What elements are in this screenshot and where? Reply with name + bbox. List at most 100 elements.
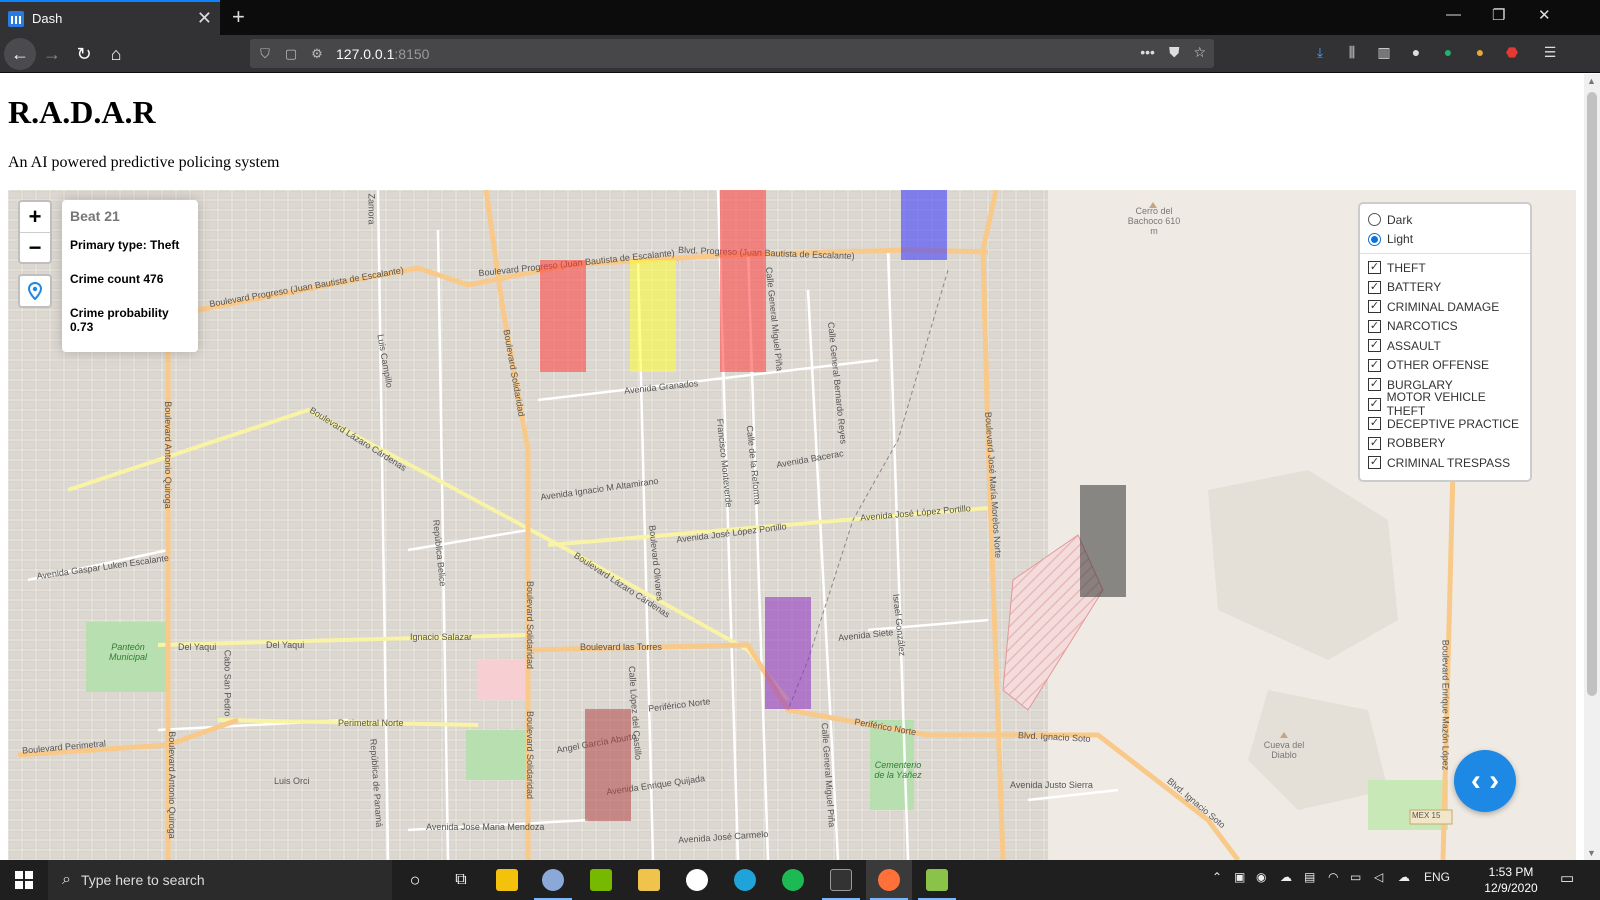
grammarly-icon[interactable]: ● (1438, 44, 1458, 64)
radio-light[interactable] (1368, 232, 1381, 246)
crime-layer-criminal-damage[interactable]: ✓ CRIMINAL DAMAGE (1368, 297, 1522, 317)
clock-app-icon[interactable] (674, 860, 720, 900)
checkbox-icon[interactable]: ✓ (1368, 358, 1381, 372)
close-tab-icon[interactable]: ✕ (197, 8, 212, 29)
app-sunflower-icon[interactable] (484, 860, 530, 900)
checkbox-icon[interactable]: ✓ (1368, 397, 1381, 411)
notifications-icon[interactable]: ▭ (1560, 869, 1574, 887)
zoom-out-button[interactable]: − (20, 232, 50, 262)
primary-type: Primary type: Theft (70, 238, 180, 252)
home-icon[interactable]: ⌂ (100, 38, 132, 70)
scroll-up-icon[interactable]: ▲ (1587, 76, 1596, 86)
scroll-down-icon[interactable]: ▼ (1587, 848, 1596, 858)
crime-layer-battery[interactable]: ✓ BATTERY (1368, 278, 1522, 298)
sidebar-icon[interactable]: ▥ (1374, 44, 1394, 64)
edge-icon[interactable] (722, 860, 768, 900)
wifi-icon[interactable]: ◠ (1328, 870, 1338, 884)
radio-dark[interactable] (1368, 213, 1381, 227)
crime-layer-theft[interactable]: ✓ THEFT (1368, 258, 1522, 278)
tray-app-1-icon[interactable]: ▣ (1234, 870, 1245, 884)
taskbar-clock[interactable]: 1:53 PM 12/9/2020 (1474, 864, 1548, 896)
crime-layer-other-offense[interactable]: ✓ OTHER OFFENSE (1368, 356, 1522, 376)
notepad-icon[interactable] (914, 860, 960, 900)
page-actions-icon[interactable]: ••• (1140, 44, 1155, 61)
back-icon[interactable]: ← (4, 38, 36, 70)
restore-icon[interactable]: ❐ (1492, 6, 1505, 24)
tray-expand-icon[interactable]: ⌃ (1212, 870, 1222, 884)
crime-layer-motor-vehicle-theft[interactable]: ✓ MOTOR VEHICLE THEFT (1368, 390, 1522, 418)
clock-time: 1:53 PM (1488, 865, 1534, 879)
volume-icon[interactable]: ◁ (1374, 870, 1383, 884)
crime-layer-deceptive-practice[interactable]: ✓ DECEPTIVE PRACTICE (1368, 414, 1522, 434)
pocket-icon[interactable]: ⛊ (1169, 44, 1180, 61)
page-scrollbar[interactable]: ▲ ▼ (1584, 74, 1600, 860)
onedrive-icon[interactable]: ☁ (1280, 870, 1292, 884)
beat-blue[interactable] (901, 190, 947, 260)
page-info-icon[interactable]: ▢ (280, 46, 302, 62)
language-indicator[interactable]: ENG (1424, 870, 1450, 884)
cloud-sync-icon[interactable]: ☁ (1398, 870, 1410, 884)
new-tab-icon[interactable]: + (232, 4, 245, 30)
spotify-icon[interactable] (770, 860, 816, 900)
browser-tab[interactable]: Dash ✕ (0, 0, 220, 35)
crime-layer-criminal-trespass[interactable]: ✓ CRIMINAL TRESPASS (1368, 453, 1522, 473)
window-close-icon[interactable]: ✕ (1538, 6, 1551, 24)
taskbar-search[interactable]: ⌕ Type here to search (48, 860, 392, 900)
url-port: :8150 (394, 45, 430, 62)
beat-red-1[interactable] (540, 260, 586, 372)
terminal-icon[interactable] (818, 860, 864, 900)
steam-icon[interactable]: ◉ (1256, 870, 1266, 884)
base-layer-light[interactable]: Light (1368, 230, 1522, 250)
shield-icon[interactable]: ⛉ (254, 46, 276, 62)
checkbox-icon[interactable]: ✓ (1368, 436, 1381, 450)
start-button[interactable] (0, 860, 48, 900)
crime-layer-assault[interactable]: ✓ ASSAULT (1368, 336, 1522, 356)
label-antonio-quiroga-2: Boulevard Antonio Quiroga (166, 731, 177, 839)
app-mascot-icon[interactable] (530, 860, 576, 900)
crime-layer-narcotics[interactable]: ✓ NARCOTICS (1368, 317, 1522, 337)
tray-app-2-icon[interactable]: ▤ (1304, 870, 1315, 884)
checkbox-icon[interactable]: ✓ (1368, 261, 1381, 275)
crime-map[interactable]: Boulevard Progreso (Juan Bautista de Esc… (8, 190, 1576, 860)
base-layer-dark-label: Dark (1387, 212, 1413, 227)
cortana-icon[interactable]: ○ (392, 860, 438, 900)
reload-icon[interactable]: ↻ (68, 38, 100, 70)
account-icon[interactable]: ● (1406, 44, 1426, 64)
download-icon[interactable]: ⤓ (1310, 44, 1330, 64)
beat-gray[interactable] (1080, 485, 1126, 597)
checkbox-icon[interactable]: ✓ (1368, 339, 1381, 353)
minimize-icon[interactable]: — (1446, 6, 1461, 23)
checkbox-icon[interactable]: ✓ (1368, 280, 1381, 294)
browser-tabbar: Dash ✕ + — ❐ ✕ (0, 0, 1600, 35)
checkbox-icon[interactable]: ✓ (1368, 319, 1381, 333)
beat-purple[interactable] (765, 597, 811, 709)
beat-info-panel: Beat 21 Primary type: Theft Crime count … (62, 200, 198, 352)
battery-icon[interactable]: ▭ (1350, 870, 1361, 884)
menu-icon[interactable]: ☰ (1540, 44, 1560, 64)
zoom-in-button[interactable]: + (20, 202, 50, 232)
beat-dark-red[interactable] (585, 709, 631, 821)
bookmark-star-icon[interactable]: ☆ (1193, 44, 1206, 61)
code-toggle-button[interactable]: ‹ › (1454, 750, 1516, 812)
scrollbar-thumb[interactable] (1587, 92, 1597, 696)
url-bar[interactable]: ⛉ ▢ ⚙ 127.0.0.1:8150 ••• ⛊ ☆ (250, 39, 1214, 68)
checkbox-icon[interactable]: ✓ (1368, 417, 1381, 431)
forward-icon[interactable]: → (36, 38, 68, 70)
permissions-icon[interactable]: ⚙ (306, 46, 328, 62)
beat-red-2[interactable] (720, 190, 766, 372)
checkbox-icon[interactable]: ✓ (1368, 456, 1381, 470)
checkbox-icon[interactable]: ✓ (1368, 300, 1381, 314)
locate-button[interactable] (18, 274, 52, 308)
beat-yellow[interactable] (630, 260, 676, 372)
adblock-icon[interactable]: ⬣ (1502, 44, 1522, 64)
file-explorer-icon[interactable] (626, 860, 672, 900)
task-view-icon[interactable]: ⧉ (438, 860, 484, 900)
firefox-icon[interactable] (866, 860, 912, 900)
crime-layer-robbery[interactable]: ✓ ROBBERY (1368, 434, 1522, 454)
checkbox-icon[interactable]: ✓ (1368, 378, 1381, 392)
library-icon[interactable]: ⫼ (1342, 44, 1362, 64)
extension-icon[interactable]: ● (1470, 44, 1490, 64)
layer-control: Dark Light ✓ THEFT ✓ BATTERY ✓ CRIMINAL DAMAG… (1358, 202, 1532, 482)
nvidia-icon[interactable] (578, 860, 624, 900)
base-layer-dark[interactable]: Dark (1368, 210, 1522, 230)
